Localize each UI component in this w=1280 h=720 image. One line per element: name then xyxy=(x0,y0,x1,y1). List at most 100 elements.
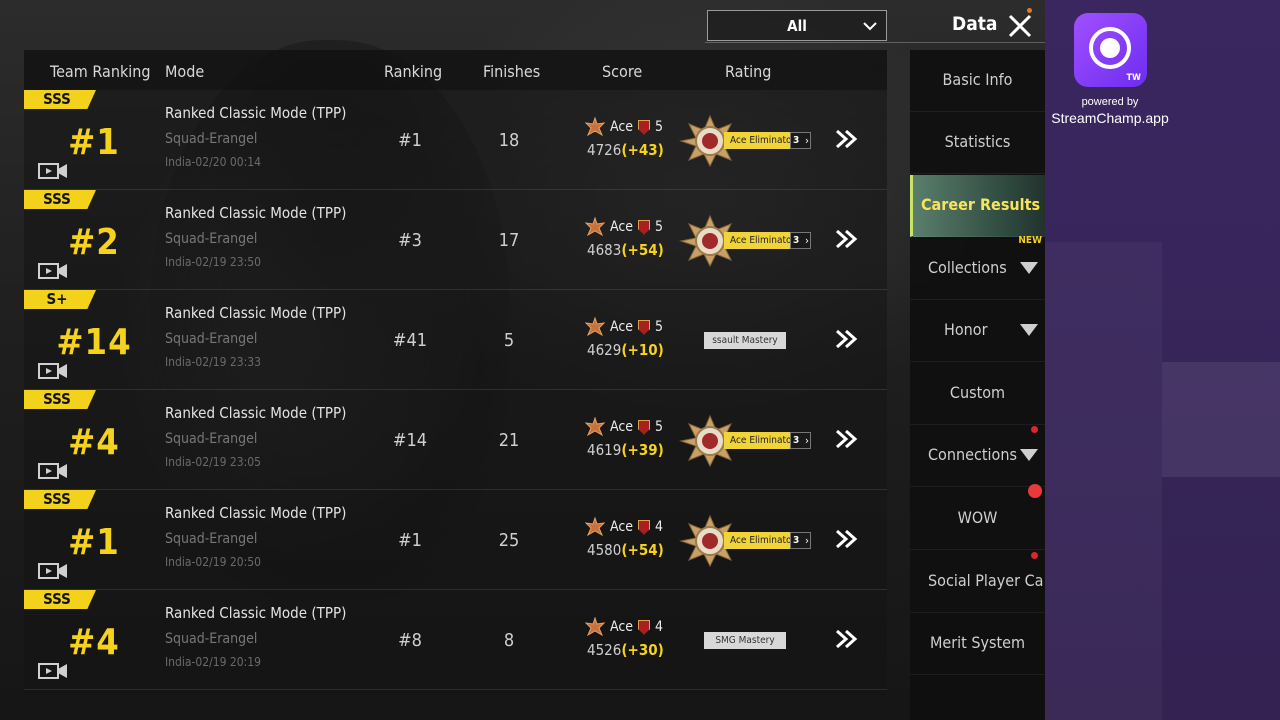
match-finishes: 17 xyxy=(498,230,520,251)
replay-video-icon[interactable] xyxy=(38,262,68,280)
menu-item-custom[interactable]: Custom xyxy=(910,363,1045,425)
score-points: 4526 xyxy=(587,641,622,659)
match-ranking: #14 xyxy=(392,430,428,451)
tier-name: Ace xyxy=(610,519,634,535)
chevron-right-icon: › xyxy=(805,434,809,447)
tier-shield-icon xyxy=(638,119,651,135)
tier-level: 5 xyxy=(655,319,664,335)
match-mode: Ranked Classic Mode (TPP) xyxy=(165,504,347,522)
logo-badge: TW xyxy=(1126,73,1141,83)
match-map: Squad-Erangel xyxy=(165,631,258,647)
details-arrow-icon[interactable] xyxy=(834,328,860,350)
team-ranking: #14 xyxy=(56,322,132,363)
team-ranking: #4 xyxy=(68,622,120,663)
close-icon[interactable] xyxy=(1006,12,1034,40)
menu-item-basic-info[interactable]: Basic Info xyxy=(910,50,1045,112)
gift-icon xyxy=(1028,484,1042,498)
table-row[interactable]: S+ #14 Ranked Classic Mode (TPP) Squad-Eran… xyxy=(24,290,887,390)
header-divider xyxy=(705,42,1045,43)
notification-dot xyxy=(1031,426,1038,433)
chevron-right-icon: › xyxy=(805,534,809,547)
score-points: 4683 xyxy=(587,241,622,259)
menu-item-label: Career Results xyxy=(920,195,1041,214)
match-server-time: India-02/19 20:50 xyxy=(165,555,262,569)
team-ranking: #1 xyxy=(68,122,120,163)
menu-item-statistics[interactable]: Statistics xyxy=(910,112,1045,174)
tier-name: Ace xyxy=(610,419,634,435)
streamchamp-logo[interactable]: TW xyxy=(1074,13,1147,87)
match-mode: Ranked Classic Mode (TPP) xyxy=(165,604,347,622)
ace-tier-icon xyxy=(584,316,606,337)
rating-badge: ssault Mastery xyxy=(704,332,786,349)
menu-item-merit-system[interactable]: Merit System xyxy=(910,613,1045,675)
score-delta: (+39) xyxy=(621,441,664,459)
score-points: 4619 xyxy=(587,441,622,459)
details-arrow-icon[interactable] xyxy=(834,128,860,150)
match-finishes: 8 xyxy=(503,630,515,651)
tier-shield-icon xyxy=(638,419,651,435)
menu-item-connections[interactable]: Connections xyxy=(910,425,1045,487)
rating-count: 3 › xyxy=(790,232,811,249)
replay-video-icon[interactable] xyxy=(38,562,68,580)
score-delta: (+43) xyxy=(621,141,664,159)
tier-level: 5 xyxy=(655,119,664,135)
mode-filter-dropdown[interactable]: All xyxy=(707,10,887,41)
details-arrow-icon[interactable] xyxy=(834,428,860,450)
menu-item-label: WOW xyxy=(957,508,998,527)
overlay-panel xyxy=(1045,242,1162,720)
team-ranking: #2 xyxy=(68,222,120,263)
match-map: Squad-Erangel xyxy=(165,431,258,447)
match-mode: Ranked Classic Mode (TPP) xyxy=(165,204,347,222)
table-row[interactable]: SSS #4 Ranked Classic Mode (TPP) Squad-Eran… xyxy=(24,390,887,490)
tier-shield-icon xyxy=(638,219,651,235)
tier-name: Ace xyxy=(610,119,634,135)
match-server-time: India-02/19 20:19 xyxy=(165,655,262,669)
menu-item-collections[interactable]: NEW Collections xyxy=(910,235,1045,300)
match-finishes: 18 xyxy=(498,130,520,151)
menu-item-label: Statistics xyxy=(944,132,1011,151)
ace-tier-icon xyxy=(584,116,606,137)
menu-item-social-player-card[interactable]: Social Player Ca xyxy=(910,551,1045,613)
chevron-right-icon: › xyxy=(805,134,809,147)
ace-tier-icon xyxy=(584,616,606,637)
details-arrow-icon[interactable] xyxy=(834,228,860,250)
score-delta: (+54) xyxy=(621,541,664,559)
score-value: 4726(+43) xyxy=(587,141,664,159)
caret-down-icon xyxy=(1020,449,1038,461)
replay-video-icon[interactable] xyxy=(38,162,68,180)
column-header-team-ranking: Team Ranking xyxy=(50,62,151,81)
replay-video-icon[interactable] xyxy=(38,462,68,480)
game-screen: All Data Team Ranking Mode Ranking Finis… xyxy=(0,0,1045,720)
score-tier: Ace 5 xyxy=(584,316,664,337)
score-tier: Ace 5 xyxy=(584,416,664,437)
menu-item-honor[interactable]: Honor xyxy=(910,300,1045,362)
replay-video-icon[interactable] xyxy=(38,362,68,380)
menu-item-wow[interactable]: WOW xyxy=(910,484,1045,550)
column-header-mode: Mode xyxy=(165,62,205,81)
mode-filter-value: All xyxy=(787,16,807,35)
score-points: 4629 xyxy=(587,341,622,359)
match-server-time: India-02/20 00:14 xyxy=(165,155,262,169)
score-delta: (+54) xyxy=(621,241,664,259)
replay-video-icon[interactable] xyxy=(38,662,68,680)
tier-badge: SSS xyxy=(24,490,96,509)
table-row[interactable]: SSS #1 Ranked Classic Mode (TPP) Squad-Eran… xyxy=(24,90,887,190)
menu-item-career-results[interactable]: Career Results xyxy=(910,175,1045,237)
table-row[interactable]: SSS #1 Ranked Classic Mode (TPP) Squad-Eran… xyxy=(24,490,887,590)
match-map: Squad-Erangel xyxy=(165,131,258,147)
new-badge: NEW xyxy=(1018,235,1042,246)
ace-tier-icon xyxy=(584,516,606,537)
table-row[interactable]: SSS #2 Ranked Classic Mode (TPP) Squad-Eran… xyxy=(24,190,887,290)
team-ranking: #1 xyxy=(68,522,120,563)
table-row[interactable]: SSS #4 Ranked Classic Mode (TPP) Squad-Eran… xyxy=(24,590,887,690)
details-arrow-icon[interactable] xyxy=(834,628,860,650)
tier-level: 5 xyxy=(655,419,664,435)
overlay-panel xyxy=(1162,362,1280,477)
score-value: 4629(+10) xyxy=(587,341,664,359)
details-arrow-icon[interactable] xyxy=(834,528,860,550)
rating-count: 3 › xyxy=(790,132,811,149)
menu-item-label: Merit System xyxy=(929,633,1026,652)
score-tier: Ace 4 xyxy=(584,516,664,537)
match-map: Squad-Erangel xyxy=(165,231,258,247)
tier-level: 4 xyxy=(655,519,664,535)
